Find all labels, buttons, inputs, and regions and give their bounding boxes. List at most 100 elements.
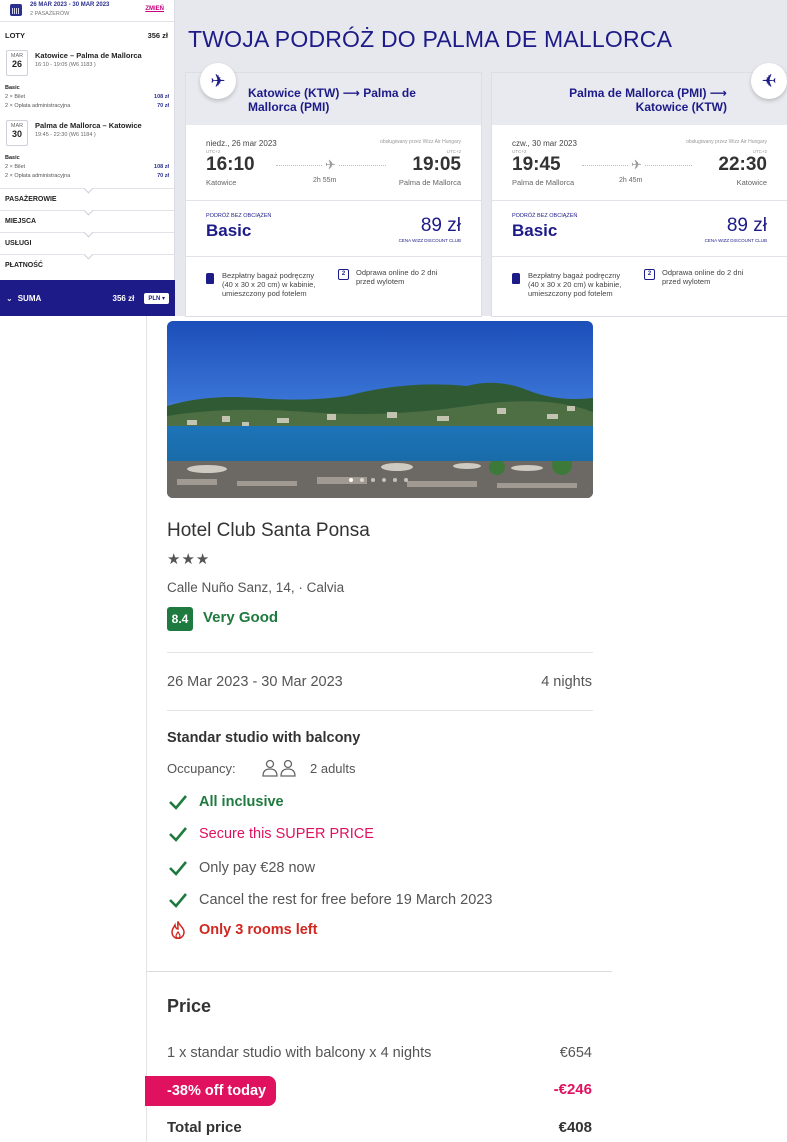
arrival-city: Palma de Mallorca: [398, 178, 461, 187]
departure-city: Katowice: [206, 178, 237, 187]
fare-name: Basic: [206, 221, 252, 240]
route-from: Palma de Mallorca (PMI): [569, 86, 707, 100]
discount-club-note: CENA WIZZ DISCOUNT CLUB: [398, 238, 461, 243]
cabin-bag-icon: [206, 273, 214, 284]
gallery-dot[interactable]: [393, 478, 397, 482]
calendar-icon: [10, 4, 22, 16]
flight-duration: 2h 45m: [619, 177, 643, 184]
rooms-left-alert: Only 3 rooms left: [167, 920, 317, 940]
segment-outbound: MAR 26 Katowice – Palma de Mallorca 16:1…: [0, 48, 174, 84]
gallery-dot[interactable]: [382, 478, 386, 482]
total-price-label: Total price: [167, 1119, 242, 1136]
departure-time: 19:45: [512, 154, 561, 175]
fare-line-label: 2 × Opłata administracyjna: [5, 173, 71, 179]
change-button[interactable]: ZMIEŃ: [145, 6, 164, 12]
checkin-icon: 2: [338, 269, 349, 280]
check-icon: [169, 893, 187, 908]
segment-fare-breakdown: Basic 2 × Bilet 108 zł 2 × Opłata adminis…: [0, 84, 174, 118]
segment-return: MAR 30 Palma de Mallorca – Katowice 19:4…: [0, 118, 174, 154]
feature-super-price: Secure this SUPER PRICE: [167, 824, 374, 844]
hotel-photo-gallery[interactable]: [167, 321, 593, 498]
arrow-right-icon: ⟶: [709, 86, 727, 100]
feature-checkin: Odprawa online do 2 dni przed wylotem: [356, 268, 438, 286]
sum-bar[interactable]: ⌄ SUMA 356 zł PLN ▾: [0, 280, 175, 316]
fare-name: Basic: [5, 155, 20, 161]
flight-card-header: ✈ Katowice (KTW) ⟶ Palma de Mallorca (PM…: [186, 63, 481, 125]
section-divider: [147, 971, 612, 972]
rooms-left-text: Only 3 rooms left: [199, 922, 318, 938]
sum-label: SUMA: [17, 293, 42, 303]
flight-card-header: ✈ Palma de Mallorca (PMI) ⟶ Katowice (KT…: [492, 63, 787, 125]
route-to: Katowice (KTW): [635, 100, 727, 114]
flights-summary-row[interactable]: LOTY 356 zł: [0, 22, 174, 48]
hotel-offer-card: Hotel Club Santa Ponsa ★★★ Calle Nuño Sa…: [145, 316, 612, 1142]
fare-line-label: 2 × Bilet: [5, 94, 26, 100]
segment-date-badge: MAR 26: [6, 50, 28, 76]
fare-line-label: 2 × Bilet: [5, 164, 26, 170]
occupancy-value: 2 adults: [310, 761, 356, 776]
plane-icon: ✈: [322, 157, 339, 173]
cabin-bag-icon: [512, 273, 520, 284]
feature-free-cancellation: Cancel the rest for free before 19 March…: [167, 890, 492, 910]
segment-time: 19:45 - 22:30 (W6 1184 ): [35, 132, 96, 138]
feature-text: Only pay €28 now: [199, 860, 316, 876]
fare-tag: PODRÓŻ BEZ OBCIĄŻEŃ: [206, 213, 272, 219]
divider: [167, 710, 593, 711]
flight-times: niedz., 26 mar 2023 obsługiwany przez Wi…: [186, 125, 481, 201]
feature-checkin: Odprawa online do 2 dni przed wylotem: [662, 268, 744, 286]
page-title: TWOJA PODRÓŻ DO PALMA DE MALLORCA: [188, 26, 673, 52]
gallery-pager[interactable]: [349, 478, 408, 482]
review-score-label: Very Good: [203, 609, 279, 626]
gallery-dot[interactable]: [349, 478, 353, 482]
check-icon: [169, 795, 187, 810]
segment-route: Palma de Mallorca – Katowice: [35, 121, 142, 130]
segment-fare-breakdown: Basic 2 × Bilet 108 zł 2 × Opłata adminis…: [0, 154, 174, 188]
checkin-icon: 2: [644, 269, 655, 280]
plane-icon: ✈: [200, 63, 236, 99]
flight-times: czw., 30 mar 2023 obsługiwany przez Wizz…: [492, 125, 787, 201]
discount-badge: -38% off today: [145, 1076, 276, 1106]
flights-label: LOTY: [5, 30, 25, 40]
hotel-name[interactable]: Hotel Club Santa Ponsa: [167, 520, 370, 542]
gallery-dot[interactable]: [371, 478, 375, 482]
fare-line-label: 2 × Opłata administracyjna: [5, 103, 71, 109]
segment-day: 30: [11, 129, 22, 139]
flight-duration: 2h 55m: [313, 177, 337, 184]
fare-line: 2 × Opłata administracyjna 70 zł: [5, 102, 169, 111]
people-icon: [262, 759, 296, 777]
price-heading: Price: [167, 996, 212, 1016]
operator: obsługiwany przez Wizz Air Hungary: [380, 139, 461, 145]
check-icon: [169, 861, 187, 876]
sum-amount: 356 zł: [112, 293, 135, 303]
plane-icon: ✈: [628, 157, 645, 173]
price-line-amount: €654: [559, 1045, 592, 1061]
flight-date: czw., 30 mar 2023: [512, 139, 577, 148]
fare-line-amount: 70 zł: [157, 173, 169, 179]
flight-date: niedz., 26 mar 2023: [206, 139, 277, 148]
fare-line-amount: 70 zł: [157, 103, 169, 109]
passenger-count: 2 PASAŻERÓW: [30, 11, 70, 17]
flight-card-return: ✈ Palma de Mallorca (PMI) ⟶ Katowice (KT…: [492, 63, 787, 316]
feature-all-inclusive: All inclusive: [167, 792, 284, 812]
fare-line-amount: 108 zł: [154, 94, 169, 100]
segment-time: 16:10 - 19:05 (W6 1183 ): [35, 62, 96, 68]
fare-name: Basic: [512, 221, 558, 240]
discount-club-note: CENA WIZZ DISCOUNT CLUB: [704, 238, 767, 243]
check-icon: [169, 827, 187, 842]
feature-text: Secure this SUPER PRICE: [199, 826, 374, 842]
room-name: Standar studio with balcony: [167, 730, 361, 746]
fare-line: 2 × Bilet 108 zł: [5, 163, 169, 172]
trip-dates: 26 MAR 2023 - 30 MAR 2023: [30, 2, 110, 8]
fire-icon: [171, 921, 185, 939]
trip-dates-header: 26 MAR 2023 - 30 MAR 2023 2 PASAŻERÓW ZM…: [0, 0, 174, 22]
fare-box[interactable]: PODRÓŻ BEZ OBCIĄŻEŃ Basic 89 zł CENA WIZ…: [186, 201, 481, 257]
fare-box[interactable]: PODRÓŻ BEZ OBCIĄŻEŃ Basic 89 zł CENA WIZ…: [492, 201, 787, 257]
occupancy-label: Occupancy:: [167, 761, 236, 776]
fare-features: Bezpłatny bagaż podręczny (40 x 30 x 20 …: [186, 257, 481, 316]
gallery-dot[interactable]: [360, 478, 364, 482]
section-payment[interactable]: PŁATNOŚĆ: [0, 254, 174, 276]
currency-value: PLN: [148, 295, 161, 302]
feature-text: All inclusive: [199, 794, 284, 810]
currency-select[interactable]: PLN ▾: [144, 292, 169, 304]
gallery-dot[interactable]: [404, 478, 408, 482]
